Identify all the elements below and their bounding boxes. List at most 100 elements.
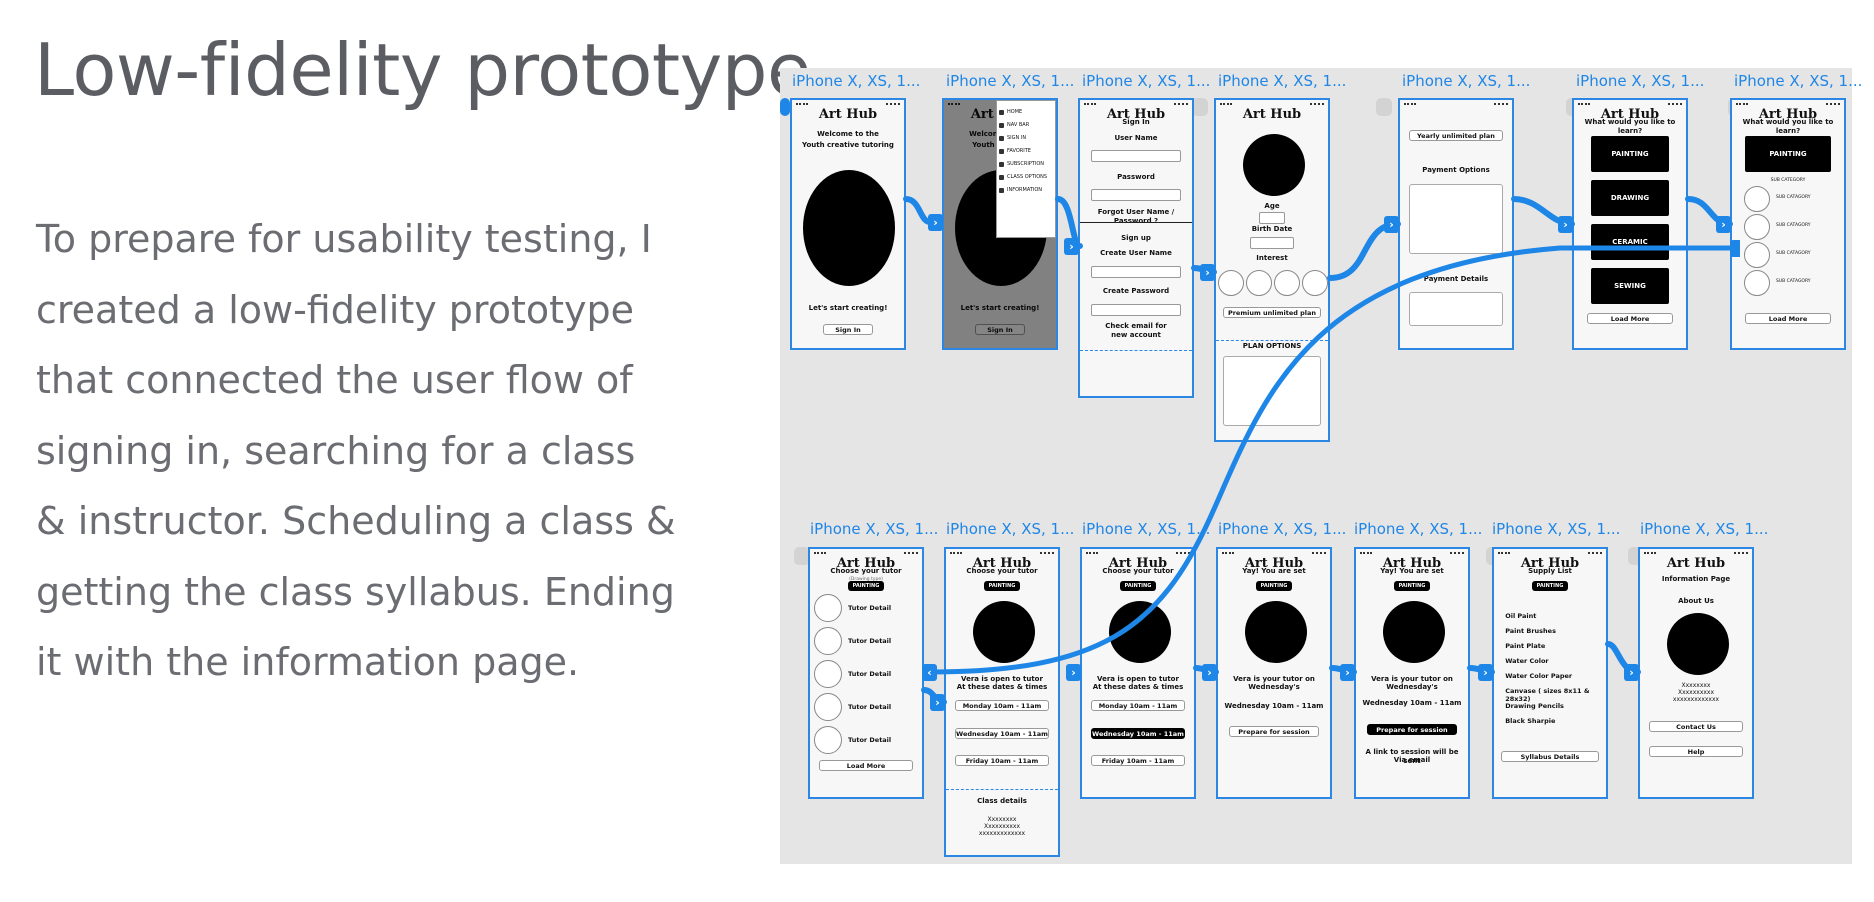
chevron-right-icon[interactable]: › <box>1478 664 1493 681</box>
chevron-right-icon[interactable]: › <box>930 694 945 711</box>
menu-item[interactable]: FAVORITE <box>999 148 1031 154</box>
category-pill[interactable]: PAINTING <box>1120 581 1156 591</box>
frame-label[interactable]: iPhone X, XS, 1... <box>792 72 920 90</box>
load-more-button[interactable]: Load More <box>1745 313 1831 324</box>
frame-label[interactable]: iPhone X, XS, 1... <box>1402 72 1530 90</box>
password-field[interactable] <box>1091 189 1181 201</box>
nav-menu[interactable]: HOME NAV BAR SIGN IN FAVORITE SUBSCRIPTI… <box>996 100 1056 238</box>
chevron-right-icon[interactable]: › <box>1716 216 1731 233</box>
screen-information[interactable]: Art Hub Information Page About Us Xxxxxx… <box>1638 547 1754 799</box>
category-tile[interactable]: PAINTING <box>1745 136 1831 172</box>
menu-item[interactable]: HOME <box>998 109 1022 115</box>
create-password-field[interactable] <box>1091 304 1181 316</box>
premium-plan-button[interactable]: Premium unlimited plan <box>1222 307 1322 318</box>
category-tile[interactable]: DRAWING <box>1590 180 1670 216</box>
subcategory-option[interactable] <box>1744 214 1770 240</box>
frame-label[interactable]: iPhone X, XS, 1... <box>1354 520 1482 538</box>
frame-label[interactable]: iPhone X, XS, 1... <box>1492 520 1620 538</box>
frame-label[interactable]: iPhone X, XS, 1... <box>810 520 938 538</box>
subcategory-option[interactable] <box>1744 186 1770 212</box>
time-slot-button[interactable]: Friday 10am - 11am <box>954 755 1050 766</box>
tutor-detail[interactable]: Tutor Detail <box>848 736 891 744</box>
chevron-right-icon[interactable]: › <box>1066 664 1081 681</box>
load-more-button[interactable]: Load More <box>1587 313 1673 324</box>
frame-label[interactable]: iPhone X, XS, 1... <box>1640 520 1768 538</box>
screen-welcome[interactable]: Art Hub Welcome to the Youth creative tu… <box>790 98 906 350</box>
menu-item[interactable]: SIGN IN <box>998 135 1026 141</box>
contact-button[interactable]: Contact Us <box>1648 721 1744 732</box>
tutor-avatar[interactable] <box>814 726 842 754</box>
tutor-detail[interactable]: Tutor Detail <box>848 604 891 612</box>
prototype-canvas[interactable]: iPhone X, XS, 1... iPhone X, XS, 1... iP… <box>780 68 1862 864</box>
payment-options-box[interactable] <box>1408 184 1504 254</box>
username-field[interactable] <box>1091 150 1181 162</box>
frame-label[interactable]: iPhone X, XS, 1... <box>946 72 1074 90</box>
chevron-right-icon[interactable]: › <box>1340 664 1355 681</box>
payment-details-box[interactable] <box>1408 292 1504 326</box>
help-button[interactable]: Help <box>1648 746 1744 757</box>
age-field[interactable] <box>1258 212 1286 224</box>
time-slot-button[interactable]: Wednesday 10am - 11am <box>954 728 1050 739</box>
time-slot-button[interactable]: Friday 10am - 11am <box>1090 755 1186 766</box>
syllabus-details-button[interactable]: Syllabus Details <box>1500 751 1600 762</box>
plan-options-box[interactable] <box>1222 356 1322 426</box>
chevron-right-icon[interactable]: › <box>1384 216 1399 233</box>
category-pill[interactable]: PAINTING <box>848 581 884 591</box>
screen-confirmed[interactable]: Art Hub Yay! You are set PAINTING Vera i… <box>1216 547 1332 799</box>
frame-label[interactable]: iPhone X, XS, 1... <box>1218 72 1346 90</box>
interest-option[interactable] <box>1218 270 1244 296</box>
screen-sign-in[interactable]: Art Hub Sign In User Name Password Forgo… <box>1078 98 1194 398</box>
time-slot-button-selected[interactable]: Wednesday 10am - 11am <box>1090 728 1186 739</box>
screen-tutors[interactable]: Art Hub Choose your tutor (Drawing type)… <box>808 547 924 799</box>
chevron-right-icon[interactable]: › <box>1202 664 1217 681</box>
tutor-detail[interactable]: Tutor Detail <box>848 703 891 711</box>
time-slot-button[interactable]: Monday 10am - 11am <box>1090 700 1186 711</box>
menu-item[interactable]: NAV BAR <box>998 122 1029 128</box>
sign-in-button[interactable]: Sign In <box>823 324 873 335</box>
frame-label[interactable]: iPhone X, XS, 1... <box>1734 72 1862 90</box>
screen-tutor-schedule[interactable]: Art Hub Choose your tutor PAINTING Vera … <box>944 547 1060 857</box>
tutor-avatar[interactable] <box>814 660 842 688</box>
interest-option[interactable] <box>1274 270 1300 296</box>
frame-label[interactable]: iPhone X, XS, 1... <box>946 520 1074 538</box>
chevron-right-icon[interactable]: › <box>1558 216 1573 233</box>
menu-item[interactable]: SUBSCRIPTION <box>998 161 1044 167</box>
interest-option[interactable] <box>1302 270 1328 296</box>
category-pill[interactable]: PAINTING <box>984 581 1020 591</box>
category-tile[interactable]: SEWING <box>1590 268 1670 304</box>
create-username-field[interactable] <box>1091 266 1181 278</box>
frame-label[interactable]: iPhone X, XS, 1... <box>1576 72 1704 90</box>
category-tile[interactable]: PAINTING <box>1590 136 1670 172</box>
screen-profile[interactable]: Art Hub Age Birth Date Interest Premium … <box>1214 98 1330 442</box>
menu-item[interactable]: INFORMATION <box>998 187 1042 193</box>
frame-label[interactable]: iPhone X, XS, 1... <box>1082 72 1210 90</box>
yearly-plan-button[interactable]: Yearly unlimited plan <box>1408 130 1504 141</box>
chevron-right-icon[interactable]: › <box>1064 238 1079 255</box>
tutor-detail[interactable]: Tutor Detail <box>848 637 891 645</box>
frame-label[interactable]: iPhone X, XS, 1... <box>1218 520 1346 538</box>
tutor-avatar[interactable] <box>814 594 842 622</box>
chevron-right-icon[interactable]: › <box>1200 264 1215 281</box>
category-pill[interactable]: PAINTING <box>1532 581 1568 591</box>
prepare-session-button[interactable]: Prepare for session <box>1367 724 1457 735</box>
category-pill[interactable]: PAINTING <box>1394 581 1430 591</box>
screen-payment[interactable]: Yearly unlimited plan Payment Options Pa… <box>1398 98 1514 350</box>
screen-subcategory[interactable]: Art Hub What would you like to learn? PA… <box>1730 98 1846 350</box>
tutor-avatar[interactable] <box>814 693 842 721</box>
screen-menu[interactable]: Art Hub Welcome to the Youth creati... L… <box>942 98 1058 350</box>
subcategory-option[interactable] <box>1744 270 1770 296</box>
time-slot-button[interactable]: Monday 10am - 11am <box>954 700 1050 711</box>
subcategory-option[interactable] <box>1744 242 1770 268</box>
chevron-right-icon[interactable]: › <box>1624 664 1639 681</box>
screen-tutor-selected[interactable]: Art Hub Choose your tutor PAINTING Vera … <box>1080 547 1196 799</box>
menu-item[interactable]: CLASS OPTIONS <box>998 174 1047 180</box>
forgot-link[interactable]: Forgot User Name / Password ? <box>1080 208 1192 226</box>
prepare-session-button[interactable]: Prepare for session <box>1229 726 1319 737</box>
screen-supply-list[interactable]: Art Hub Supply List PAINTING Oil Paint P… <box>1492 547 1608 799</box>
screen-learn[interactable]: Art Hub What would you like to learn? PA… <box>1572 98 1688 350</box>
frame-label[interactable]: iPhone X, XS, 1... <box>1082 520 1210 538</box>
tutor-detail[interactable]: Tutor Detail <box>848 670 891 678</box>
category-pill[interactable]: PAINTING <box>1256 581 1292 591</box>
birthdate-field[interactable] <box>1249 237 1295 249</box>
screen-confirmed-link[interactable]: Art Hub Yay! You are set PAINTING Vera i… <box>1354 547 1470 799</box>
